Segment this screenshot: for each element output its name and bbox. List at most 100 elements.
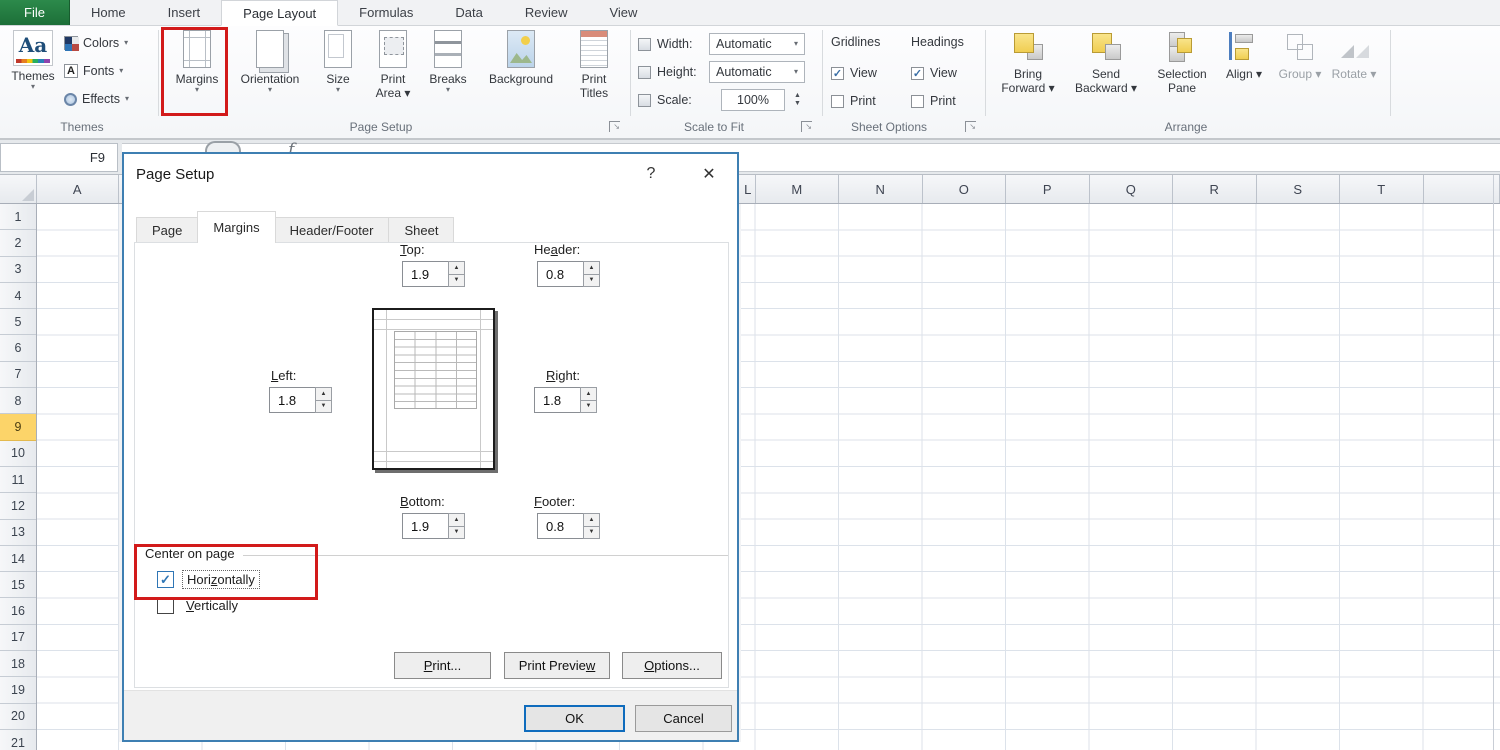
height-dropdown[interactable]: Automatic ▾ [709, 61, 805, 83]
top-margin-input[interactable]: 1.9 [402, 261, 448, 287]
dialog-tab-page[interactable]: Page [136, 217, 199, 243]
ribbon-tab-home[interactable]: Home [70, 0, 147, 25]
size-button[interactable]: Size ▾ [313, 30, 363, 94]
right-margin-input[interactable]: 1.8 [534, 387, 580, 413]
column-header-t[interactable]: T [1340, 175, 1424, 203]
headings-view-checkbox[interactable]: ✓ [911, 66, 924, 80]
bottom-margin-input[interactable]: 1.9 [402, 513, 448, 539]
column-header-m[interactable]: M [756, 175, 839, 203]
left-margin-increment[interactable]: ▲ [315, 387, 332, 401]
footer-margin-decrement[interactable]: ▼ [583, 526, 600, 539]
row-header-15[interactable]: 15 [0, 572, 36, 599]
gridlines-view-checkbox[interactable]: ✓ [831, 66, 844, 80]
print-button[interactable]: Print... [394, 652, 491, 679]
ribbon-tab-view[interactable]: View [588, 0, 658, 25]
ribbon-tab-file[interactable]: File [0, 0, 70, 25]
row-header-1[interactable]: 1 [0, 204, 36, 231]
column-header-q[interactable]: Q [1090, 175, 1173, 203]
bring-forward-button[interactable]: Bring Forward ▾ [997, 30, 1059, 95]
column-header-o[interactable]: O [923, 175, 1006, 203]
row-header-6[interactable]: 6 [0, 336, 36, 362]
column-header-a[interactable]: A [37, 175, 119, 203]
headings-print-checkbox[interactable] [911, 94, 924, 108]
effects-button[interactable]: Effects ▾ [64, 88, 160, 110]
row-header-7[interactable]: 7 [0, 362, 36, 389]
row-header-8[interactable]: 8 [0, 388, 36, 415]
row-header-4[interactable]: 4 [0, 283, 36, 310]
left-margin-input[interactable]: 1.8 [269, 387, 315, 413]
dialog-tab-sheet[interactable]: Sheet [389, 217, 455, 243]
dialog-help-button[interactable]: ? [636, 160, 666, 188]
scale-to-fit-dialog-launcher-icon[interactable]: ↘ [801, 121, 812, 132]
ok-button[interactable]: OK [524, 705, 625, 732]
background-button[interactable]: Background [477, 30, 565, 86]
print-preview-button[interactable]: Print Preview [504, 652, 610, 679]
select-all-corner[interactable] [0, 175, 37, 203]
print-titles-button[interactable]: Print Titles [566, 30, 622, 100]
name-box[interactable]: F9 [0, 143, 118, 172]
row-header-18[interactable]: 18 [0, 651, 36, 678]
send-backward-button[interactable]: Send Backward ▾ [1070, 30, 1142, 95]
breaks-button[interactable]: Breaks ▾ [421, 30, 475, 94]
left-margin-decrement[interactable]: ▼ [315, 400, 332, 413]
header-margin-decrement[interactable]: ▼ [583, 274, 600, 287]
scale-input[interactable]: 100% [721, 89, 785, 111]
selection-pane-button[interactable]: Selection Pane [1150, 30, 1214, 95]
width-dropdown[interactable]: Automatic ▾ [709, 33, 805, 55]
row-header-21[interactable]: 21 [0, 730, 36, 750]
scale-spinner[interactable]: ▲ ▼ [794, 92, 801, 108]
headings-print-option[interactable]: Print [911, 94, 956, 108]
row-header-19[interactable]: 19 [0, 677, 36, 704]
top-margin-decrement[interactable]: ▼ [448, 274, 465, 287]
row-header-12[interactable]: 12 [0, 493, 36, 520]
page-setup-dialog-launcher-icon[interactable]: ↘ [609, 121, 620, 132]
row-header-10[interactable]: 10 [0, 441, 36, 467]
row-header-14[interactable]: 14 [0, 546, 36, 573]
fonts-button[interactable]: A Fonts ▾ [64, 60, 160, 82]
ribbon-tab-formulas[interactable]: Formulas [338, 0, 434, 25]
column-header-p[interactable]: P [1006, 175, 1090, 203]
colors-button[interactable]: Colors ▾ [64, 32, 160, 54]
bottom-margin-decrement[interactable]: ▼ [448, 526, 465, 539]
dialog-tab-margins[interactable]: Margins [197, 211, 276, 243]
header-margin-increment[interactable]: ▲ [583, 261, 600, 275]
column-header-l[interactable]: L [741, 175, 756, 203]
print-area-button[interactable]: Print Area ▾ [365, 30, 421, 100]
right-margin-increment[interactable]: ▲ [580, 387, 597, 401]
column-header-s[interactable]: S [1257, 175, 1340, 203]
dialog-tab-header-footer[interactable]: Header/Footer [274, 217, 390, 243]
headings-view-option[interactable]: ✓ View [911, 66, 957, 80]
orientation-button[interactable]: Orientation ▾ [230, 30, 310, 94]
column-header-n[interactable]: N [839, 175, 923, 203]
ribbon-tab-page-layout[interactable]: Page Layout [221, 0, 339, 26]
bottom-margin-increment[interactable]: ▲ [448, 513, 465, 527]
column-header-r[interactable]: R [1173, 175, 1257, 203]
themes-button[interactable]: Aa Themes ▾ [6, 30, 60, 91]
column-header-partial[interactable] [1424, 175, 1500, 203]
align-button[interactable]: Align ▾ [1222, 30, 1266, 81]
sheet-options-dialog-launcher-icon[interactable]: ↘ [965, 121, 976, 132]
row-header-17[interactable]: 17 [0, 625, 36, 652]
gridlines-view-option[interactable]: ✓ View [831, 66, 877, 80]
ribbon-tab-data[interactable]: Data [434, 0, 503, 25]
row-header-5[interactable]: 5 [0, 309, 36, 336]
right-margin-decrement[interactable]: ▼ [580, 400, 597, 413]
grid-cells-column-a[interactable] [37, 204, 119, 750]
options-button[interactable]: Options... [622, 652, 722, 679]
row-header-11[interactable]: 11 [0, 467, 36, 494]
row-header-3[interactable]: 3 [0, 257, 36, 283]
gridlines-print-checkbox[interactable] [831, 94, 844, 108]
footer-margin-increment[interactable]: ▲ [583, 513, 600, 527]
footer-margin-input[interactable]: 0.8 [537, 513, 583, 539]
ribbon-tab-review[interactable]: Review [504, 0, 589, 25]
dialog-close-button[interactable]: ✕ [692, 159, 726, 189]
row-header-16[interactable]: 16 [0, 599, 36, 625]
ribbon-tab-insert[interactable]: Insert [147, 0, 222, 25]
header-margin-input[interactable]: 0.8 [537, 261, 583, 287]
row-header-2[interactable]: 2 [0, 230, 36, 257]
cancel-button[interactable]: Cancel [635, 705, 732, 732]
top-margin-increment[interactable]: ▲ [448, 261, 465, 275]
row-header-9[interactable]: 9 [0, 414, 36, 441]
gridlines-print-option[interactable]: Print [831, 94, 876, 108]
row-header-20[interactable]: 20 [0, 704, 36, 730]
